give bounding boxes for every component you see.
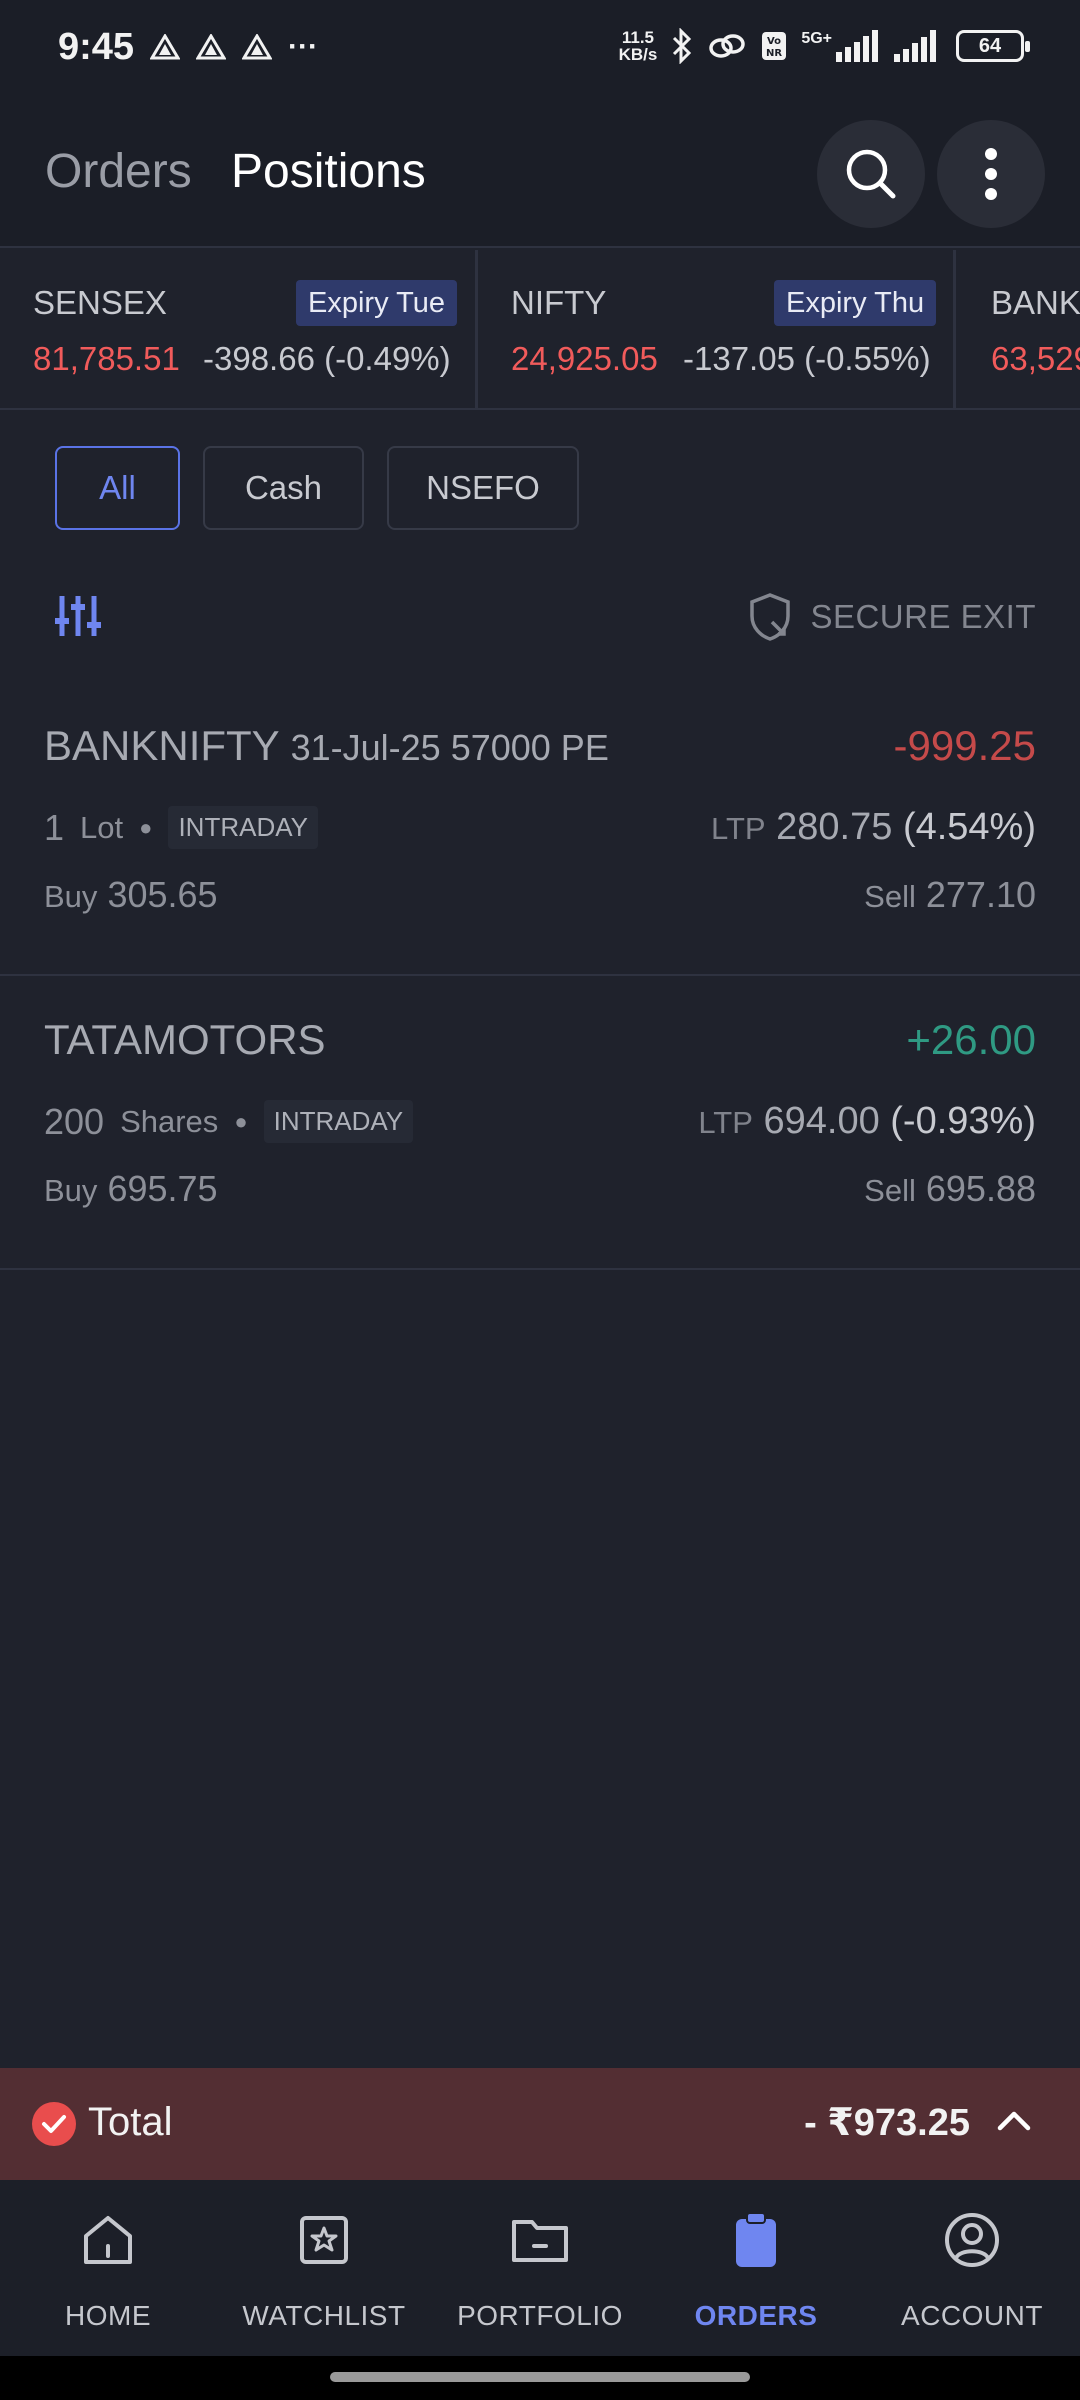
bluetooth-icon [673,28,692,64]
network-speed: 11.5 KB/s [618,28,658,64]
index-name: BANK [991,284,1080,321]
position-buy-price: Buy 695.75 [44,1168,218,1209]
position-symbol: TATAMOTORS [44,1016,326,1063]
separator-dot: ● [234,1108,248,1134]
total-value: - ₹973.25 [804,2102,970,2144]
gesture-area [0,2356,1080,2400]
position-contract: 31-Jul-25 57000 PE [290,727,609,768]
home-icon [80,2208,136,2272]
gesture-handle[interactable] [330,2372,750,2382]
svg-text:NR: NR [766,48,782,59]
position-row[interactable]: BANKNIFTY 31-Jul-25 57000 PE -999.25 1 L… [0,682,1080,976]
clipboard-icon [732,2208,780,2272]
position-pnl: +26.00 [906,1016,1036,1063]
index-price: 24,925.05 [511,340,658,377]
nav-watchlist[interactable]: WATCHLIST [216,2180,432,2356]
nav-orders[interactable]: ORDERS [648,2180,864,2356]
position-sell-price: Sell 695.88 [864,1168,1036,1209]
index-name: SENSEX [33,284,167,321]
folder-icon [510,2208,570,2272]
position-quantity: 200 Shares ● INTRADAY [44,1100,414,1143]
index-ticker[interactable]: SENSEX Expiry Tue 81,785.51 -398.66 (-0.… [0,250,1080,410]
filter-chip-nsefo[interactable]: NSEFO [387,446,579,530]
position-buy-price: Buy 305.65 [44,874,218,915]
index-price: 81,785.51 [33,340,180,377]
position-sell-price: Sell 277.10 [864,874,1036,915]
app-notification-icon [196,34,226,60]
app-notification-icon [242,34,272,60]
expiry-badge: Expiry Thu [774,280,937,326]
index-price: 63,529 [991,340,1080,377]
tab-orders[interactable]: Orders [45,144,192,199]
total-pnl-bar[interactable]: Total - ₹973.25 [0,2068,1080,2180]
status-time: 9:45 [58,26,135,68]
ticker-item-banknifty[interactable]: BANK 63,529 [956,250,1080,408]
sliders-icon [55,596,101,636]
secure-exit-label: SECURE EXIT [810,598,1036,635]
svg-text:Vo: Vo [767,36,781,47]
ticker-item-sensex[interactable]: SENSEX Expiry Tue 81,785.51 -398.66 (-0.… [0,250,478,408]
check-icon [32,2102,76,2146]
shield-exit-icon [750,593,791,641]
battery-icon: 64 [956,30,1030,62]
tab-positions[interactable]: Positions [231,144,426,199]
more-notifications-icon: ··· [288,30,318,63]
index-name: NIFTY [511,284,607,321]
filter-chip-cash[interactable]: Cash [203,446,364,530]
nav-portfolio[interactable]: PORTFOLIO [432,2180,648,2356]
notification-icons: ··· [150,30,318,64]
search-button[interactable] [817,120,925,228]
expiry-badge: Expiry Tue [296,280,457,326]
secure-exit-button[interactable]: SECURE EXIT [748,592,1036,642]
search-icon [846,149,896,199]
position-row[interactable]: TATAMOTORS +26.00 200 Shares ● INTRADAY … [0,976,1080,1270]
status-right: 11.5 KB/s Vo NR 5G+ 64 [618,28,1030,64]
app-notification-icon [150,34,180,60]
status-bar: 9:45 ··· 11.5 KB/s Vo NR 5G+ 64 [0,0,1080,100]
position-quantity: 1 Lot ● INTRADAY [44,806,318,849]
position-ltp: LTP 694.00 (-0.93%) [698,1100,1036,1142]
product-badge: INTRADAY [263,1100,414,1143]
star-icon [296,2208,352,2272]
signal-icon [836,30,878,62]
position-ltp: LTP 280.75 (4.54%) [711,806,1036,848]
index-change: -398.66 (-0.49%) [203,340,451,377]
nav-home[interactable]: HOME [0,2180,216,2356]
chevron-up-icon[interactable] [996,2106,1032,2137]
position-pnl: -999.25 [893,722,1036,769]
more-vertical-icon [985,148,997,200]
more-options-button[interactable] [937,120,1045,228]
signal-5g: 5G+ [801,30,880,62]
product-badge: INTRADAY [168,806,318,849]
total-label: Total [88,2100,173,2144]
ticker-item-nifty[interactable]: NIFTY Expiry Thu 24,925.05 -137.05 (-0.5… [478,250,956,408]
signal-icon [894,30,936,62]
separator-dot: ● [139,814,153,840]
index-change: -137.05 (-0.55%) [683,340,931,377]
filter-chip-all[interactable]: All [55,446,180,530]
filter-settings-button[interactable] [54,594,102,643]
volte-icon: VoNR [762,32,787,60]
link-icon [709,34,746,58]
app-header: Orders Positions [0,100,1080,248]
nav-account[interactable]: ACCOUNT [864,2180,1080,2356]
position-symbol: BANKNIFTY 31-Jul-25 57000 PE [44,722,609,769]
account-icon [943,2208,1001,2272]
bottom-navigation: HOME WATCHLIST PORTFOLIO ORDERS ACCOUNT [0,2180,1080,2356]
